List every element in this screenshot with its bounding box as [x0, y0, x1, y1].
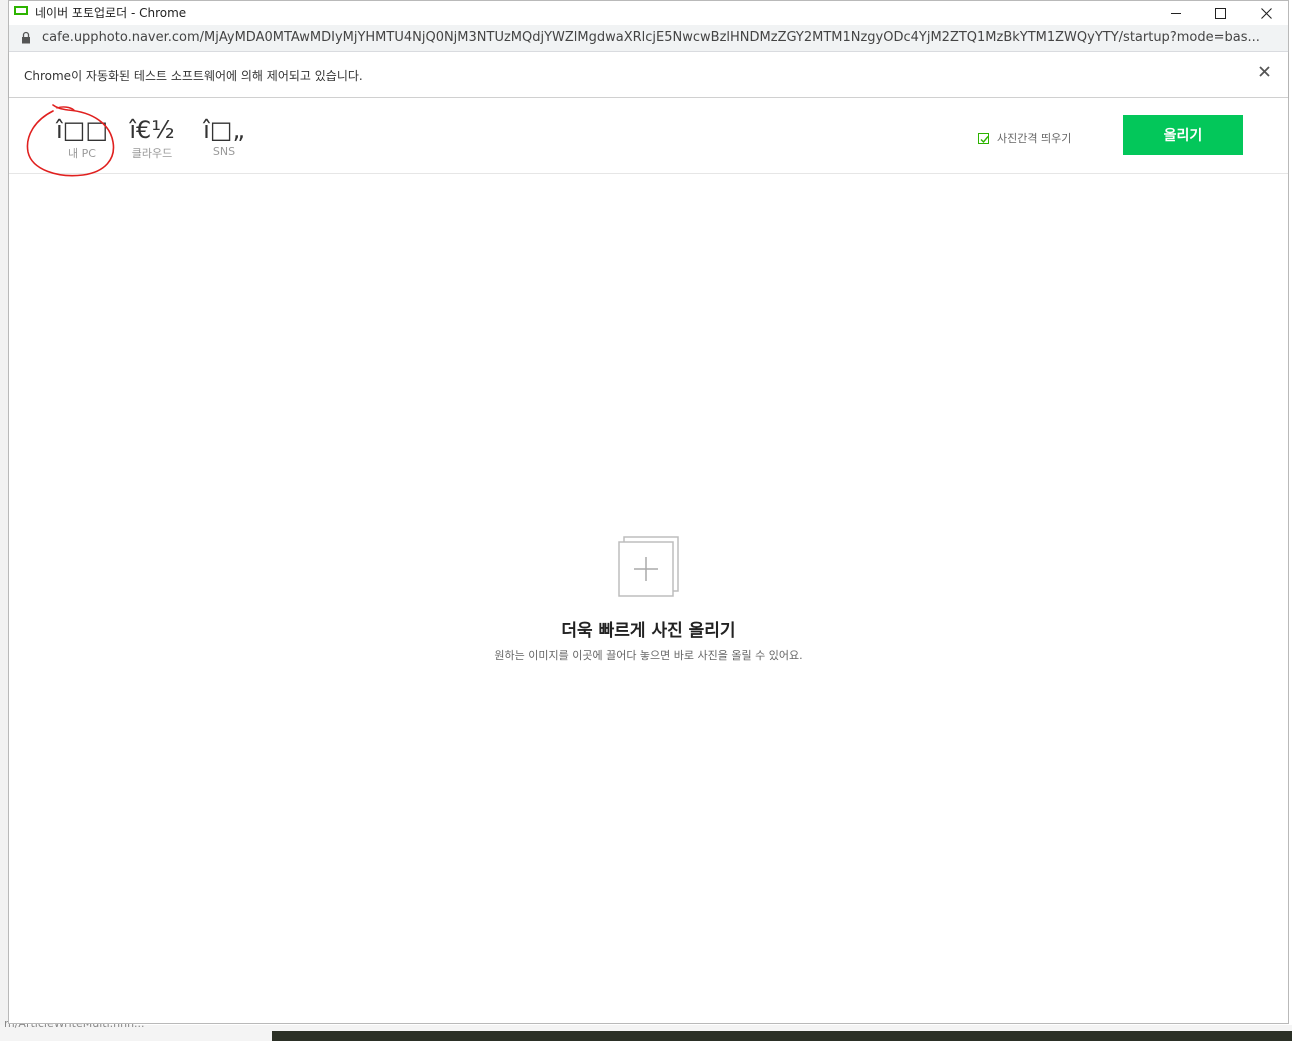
- photo-drop-zone[interactable]: 더욱 빠르게 사진 올리기 원하는 이미지를 이곳에 끌어다 놓으면 바로 사진…: [9, 174, 1288, 1024]
- tab-sns-label: SNS: [212, 145, 236, 158]
- uploader-window: 네이버 포토업로더 - Chrome cafe.upphoto.naver.co…: [8, 0, 1289, 1024]
- uploader-toolbar: î□□ 내 PC î€½ 클라우드 î□„ SNS 사진간격 띄우기 올리기: [9, 98, 1288, 177]
- sns-icon: î□„: [203, 116, 245, 144]
- automation-infobar: Chrome이 자동화된 테스트 소프트웨어에 의해 제어되고 있습니다.: [9, 52, 1288, 98]
- close-icon: [1258, 66, 1270, 77]
- drop-zone-description: 원하는 이미지를 이곳에 끌어다 놓으면 바로 사진을 올릴 수 있어요.: [494, 649, 803, 662]
- photo-spacing-option[interactable]: 사진간격 띄우기: [978, 130, 1071, 146]
- url-text[interactable]: cafe.upphoto.naver.com/MjAyMDA0MTAwMDIyM…: [42, 30, 1282, 45]
- tab-my-pc-label: 내 PC: [68, 147, 96, 160]
- close-icon: [1260, 7, 1272, 19]
- close-window-button[interactable]: [1243, 1, 1289, 25]
- drop-zone-title: 더욱 빠르게 사진 올리기: [561, 621, 736, 641]
- photo-spacing-label: 사진간격 띄우기: [997, 132, 1072, 145]
- cloud-icon: î€½: [129, 116, 175, 144]
- lock-icon: [22, 31, 30, 44]
- window-title: 네이버 포토업로더 - Chrome: [35, 6, 187, 20]
- address-bar[interactable]: cafe.upphoto.naver.com/MjAyMDA0MTAwMDIyM…: [9, 25, 1288, 52]
- maximize-icon: [1214, 7, 1226, 19]
- minimize-icon: [1171, 12, 1181, 14]
- minimize-button[interactable]: [1153, 1, 1199, 25]
- tab-my-pc[interactable]: î□□ 내 PC: [53, 116, 111, 161]
- infobar-close-button[interactable]: [1256, 64, 1272, 80]
- maximize-button[interactable]: [1197, 1, 1243, 25]
- checkmark-icon: [980, 135, 989, 143]
- background-page-left: [0, 0, 8, 1041]
- title-bar[interactable]: 네이버 포토업로더 - Chrome: [9, 1, 1288, 25]
- upload-button[interactable]: 올리기: [1123, 115, 1243, 155]
- photo-spacing-checkbox[interactable]: [978, 132, 989, 144]
- add-photo-icon: [618, 536, 679, 597]
- naver-favicon-icon: [14, 6, 28, 15]
- my-pc-icon: î□□: [55, 116, 109, 144]
- tab-cloud-label: 클라우드: [131, 147, 173, 160]
- background-taskbar-strip: [272, 1031, 1292, 1041]
- tab-sns[interactable]: î□„ SNS: [199, 116, 249, 158]
- tab-cloud[interactable]: î€½ 클라우드: [122, 116, 182, 161]
- infobar-message: Chrome이 자동화된 테스트 소프트웨어에 의해 제어되고 있습니다.: [24, 69, 363, 83]
